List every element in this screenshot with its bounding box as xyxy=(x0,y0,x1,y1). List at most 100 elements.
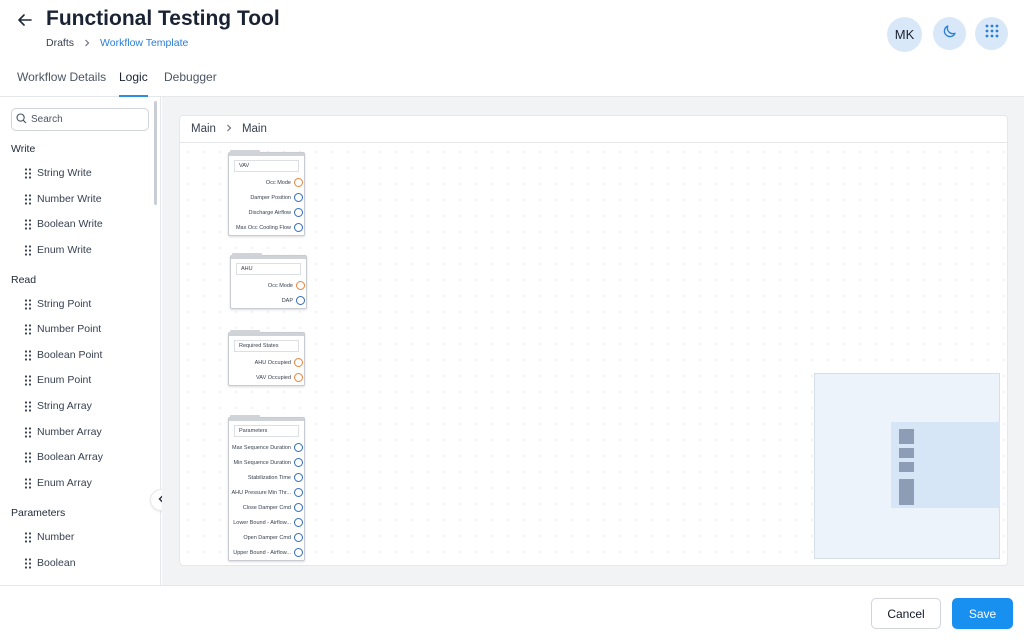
node-header-bar xyxy=(229,418,304,421)
drag-handle-icon[interactable] xyxy=(24,451,32,463)
node-port-row: Occ Mode xyxy=(231,278,306,293)
sidebar-item-string-array[interactable]: String Array xyxy=(24,397,149,415)
node-tab xyxy=(230,150,260,153)
drag-handle-icon[interactable] xyxy=(24,298,32,310)
output-port-handle[interactable] xyxy=(294,193,303,202)
sidebar-item-label: String Write xyxy=(37,167,92,179)
port-label: VAV Occupied xyxy=(256,374,291,381)
apps-menu-button[interactable] xyxy=(975,17,1008,50)
output-port-handle[interactable] xyxy=(294,223,303,232)
node-port-row: DAP xyxy=(231,293,306,308)
drag-handle-icon[interactable] xyxy=(24,218,32,230)
node-port-row: Lower Bound - Airflow... xyxy=(229,515,304,530)
sidebar-item-label: Boolean xyxy=(37,557,76,569)
drag-handle-icon[interactable] xyxy=(24,477,32,489)
sidebar-item-number-array[interactable]: Number Array xyxy=(24,423,149,441)
canvas-breadcrumb-root[interactable]: Main xyxy=(191,123,216,135)
drag-handle-icon[interactable] xyxy=(24,426,32,438)
cancel-button[interactable]: Cancel xyxy=(871,598,941,629)
tab-debugger[interactable]: Debugger xyxy=(164,70,217,97)
minimap-node-ahu xyxy=(899,448,914,458)
node-parameters[interactable]: Parameters Max Sequence Duration Min Seque… xyxy=(228,415,305,561)
output-port-handle[interactable] xyxy=(294,443,303,452)
sidebar-item-boolean-array[interactable]: Boolean Array xyxy=(24,448,149,466)
search-box[interactable] xyxy=(11,108,149,131)
tab-bar: Workflow Details Logic Debugger xyxy=(0,62,1024,97)
output-port-handle[interactable] xyxy=(294,473,303,482)
logic-canvas[interactable]: VAV Occ Mode Damper Position Discharge Airf… xyxy=(180,144,1007,565)
drag-handle-icon[interactable] xyxy=(24,400,32,412)
output-port-handle[interactable] xyxy=(294,503,303,512)
drag-handle-icon[interactable] xyxy=(24,531,32,543)
canvas-area: Main Main VAV Occ Mode Damper Position Disc… xyxy=(162,97,1024,585)
output-port-handle[interactable] xyxy=(294,533,303,542)
drag-handle-icon[interactable] xyxy=(24,374,32,386)
drag-handle-icon[interactable] xyxy=(24,323,32,335)
theme-toggle-button[interactable] xyxy=(933,17,966,50)
sidebar-item-label: String Array xyxy=(37,400,92,412)
sidebar-item-number-write[interactable]: Number Write xyxy=(24,190,149,208)
port-label: Max Sequence Duration xyxy=(231,444,291,451)
node-title: Parameters xyxy=(234,425,299,437)
node-port-row: Max Sequence Duration xyxy=(229,440,304,455)
port-label: Min Sequence Duration xyxy=(233,459,291,466)
output-port-handle[interactable] xyxy=(294,518,303,527)
output-port-handle[interactable] xyxy=(294,358,303,367)
grid-dots-icon xyxy=(985,24,999,43)
output-port-handle[interactable] xyxy=(294,458,303,467)
breadcrumb-drafts[interactable]: Drafts xyxy=(46,37,74,49)
node-port-row: Discharge Airflow xyxy=(229,205,304,220)
back-arrow-icon[interactable] xyxy=(14,9,36,31)
drag-handle-icon[interactable] xyxy=(24,167,32,179)
output-port-handle[interactable] xyxy=(294,208,303,217)
tab-workflow-details[interactable]: Workflow Details xyxy=(17,70,106,97)
node-header-bar xyxy=(229,153,304,156)
port-label: Close Damper Cmd xyxy=(242,504,291,511)
drag-handle-icon[interactable] xyxy=(24,244,32,256)
minimap-viewport[interactable] xyxy=(891,422,1000,508)
node-vav[interactable]: VAV Occ Mode Damper Position Discharge Airf… xyxy=(228,150,305,236)
port-label: AHU Pressure Min Thr... xyxy=(231,489,292,496)
sidebar-scrollbar[interactable] xyxy=(154,101,157,205)
node-required-states[interactable]: Required States AHU Occupied VAV Occupied xyxy=(228,330,305,386)
section-heading-parameters: Parameters xyxy=(11,507,66,519)
node-ahu[interactable]: AHU Occ Mode DAP xyxy=(230,253,307,309)
minimap[interactable] xyxy=(814,373,1000,559)
chevron-right-icon xyxy=(82,38,92,48)
action-footer: Cancel Save xyxy=(0,585,1024,640)
search-icon xyxy=(16,111,27,129)
search-input[interactable] xyxy=(31,114,141,125)
sidebar-item-label: Enum Array xyxy=(37,477,92,489)
breadcrumb-workflow-template[interactable]: Workflow Template xyxy=(100,37,188,49)
chevron-right-icon xyxy=(224,123,234,136)
node-port-row: Upper Bound - Airflow... xyxy=(229,545,304,560)
sidebar-item-boolean[interactable]: Boolean xyxy=(24,554,149,572)
sidebar-item-boolean-point[interactable]: Boolean Point xyxy=(24,346,149,364)
port-label: Discharge Airflow xyxy=(248,209,292,216)
sidebar-item-number-point[interactable]: Number Point xyxy=(24,320,149,338)
output-port-handle[interactable] xyxy=(294,373,303,382)
drag-handle-icon[interactable] xyxy=(24,193,32,205)
sidebar-item-enum-write[interactable]: Enum Write xyxy=(24,241,149,259)
sidebar-item-enum-array[interactable]: Enum Array xyxy=(24,474,149,492)
output-port-handle[interactable] xyxy=(294,548,303,557)
drag-handle-icon[interactable] xyxy=(24,349,32,361)
output-port-handle[interactable] xyxy=(294,488,303,497)
sidebar-item-boolean-write[interactable]: Boolean Write xyxy=(24,215,149,233)
sidebar-item-string-write[interactable]: String Write xyxy=(24,164,149,182)
output-port-handle[interactable] xyxy=(296,296,305,305)
save-button[interactable]: Save xyxy=(952,598,1013,629)
tab-logic[interactable]: Logic xyxy=(119,70,148,97)
node-port-row: Min Sequence Duration xyxy=(229,455,304,470)
drag-handle-icon[interactable] xyxy=(24,557,32,569)
node-title: VAV xyxy=(234,160,299,172)
sidebar-item-number[interactable]: Number xyxy=(24,528,149,546)
sidebar-item-string-point[interactable]: String Point xyxy=(24,295,149,313)
output-port-handle[interactable] xyxy=(296,281,305,290)
port-label: Occ Mode xyxy=(265,179,291,186)
canvas-breadcrumb-current: Main xyxy=(241,123,267,135)
sidebar-item-enum-point[interactable]: Enum Point xyxy=(24,371,149,389)
output-port-handle[interactable] xyxy=(294,178,303,187)
node-header-bar xyxy=(229,333,304,336)
avatar[interactable]: MK xyxy=(887,17,922,52)
